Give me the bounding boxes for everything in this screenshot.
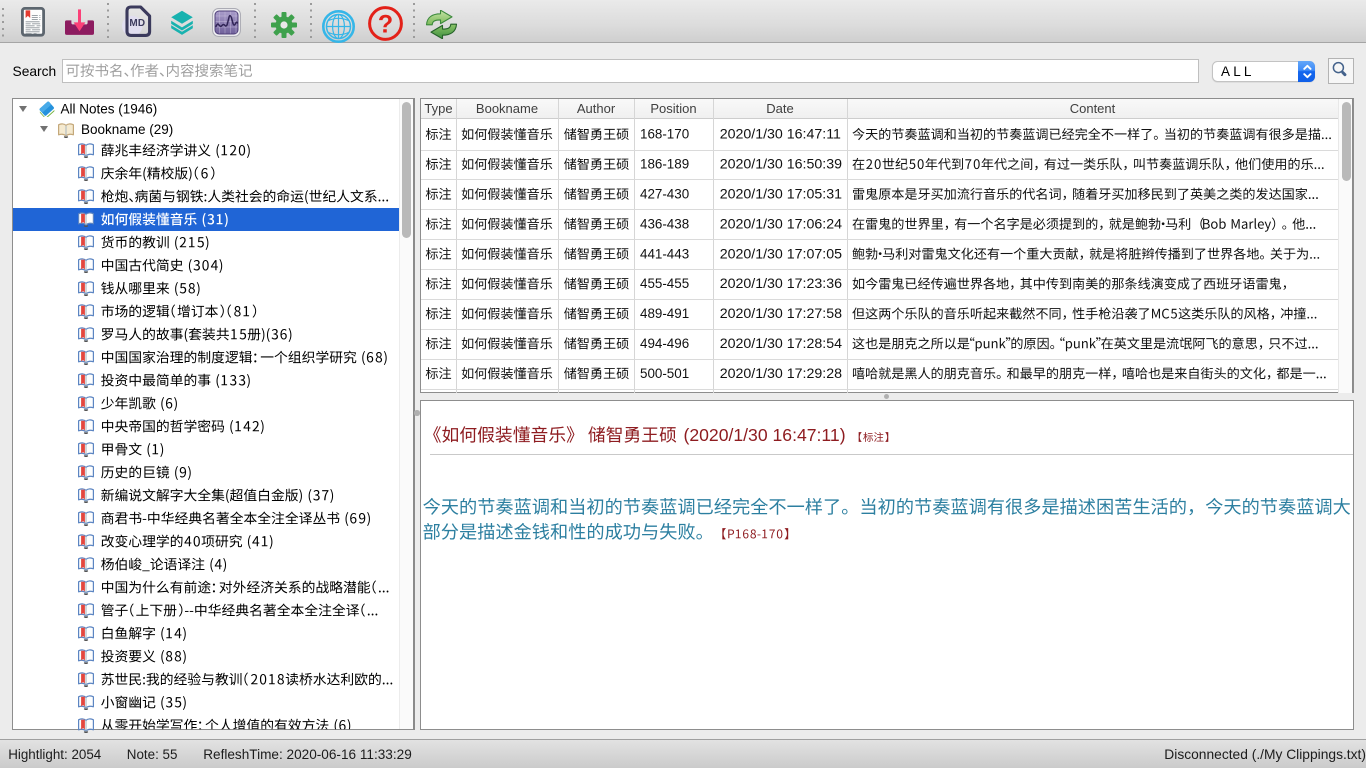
- svg-text:MD: MD: [129, 18, 145, 29]
- svg-text:?: ?: [378, 10, 393, 38]
- svg-text:Search: Search: [13, 64, 57, 79]
